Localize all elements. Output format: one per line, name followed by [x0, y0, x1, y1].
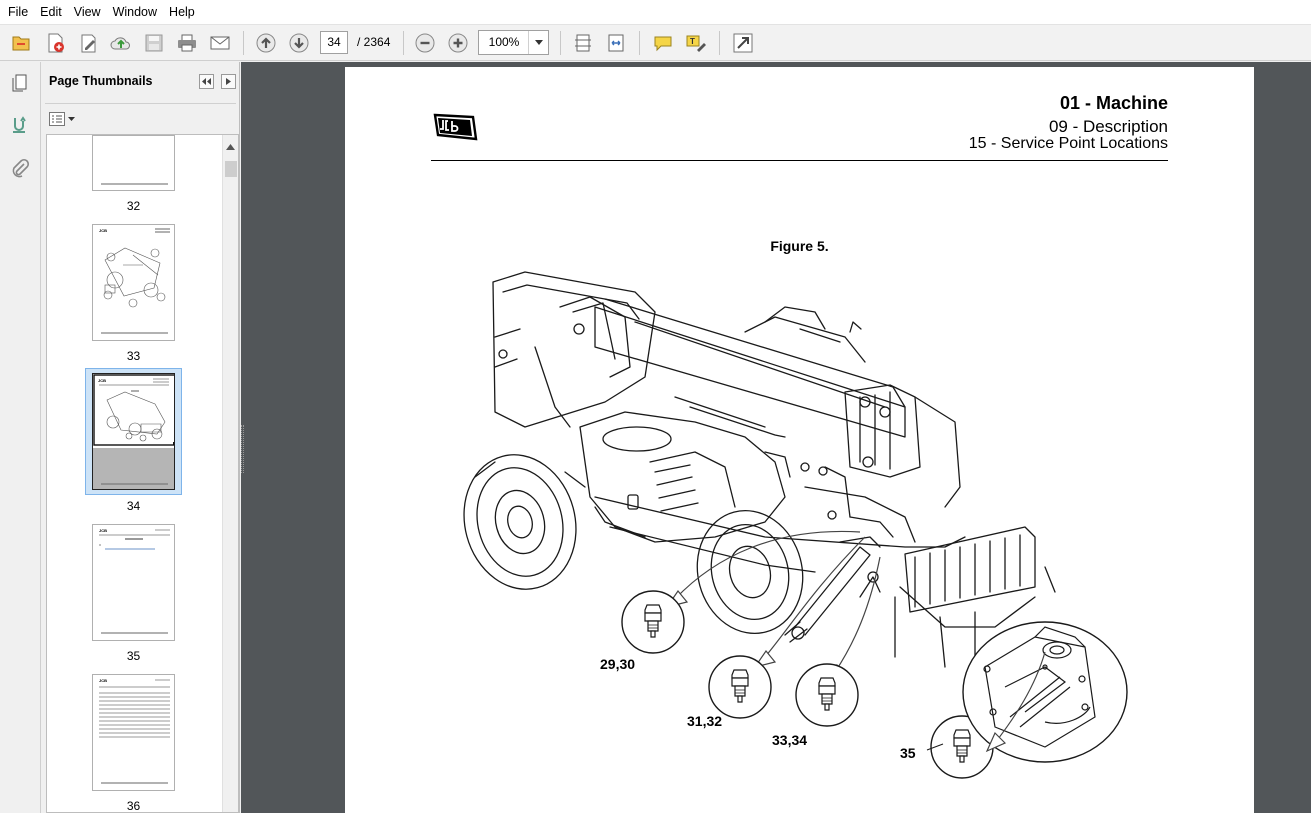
- thumbnails-panel: Page Thumbnails 32 JCB 33 JCB 34 JCB 35 …: [41, 62, 240, 813]
- thumbnail-page-36[interactable]: JCB: [92, 674, 175, 791]
- toolbar-separator: [639, 31, 640, 55]
- thumbnail-page-34[interactable]: JCB: [92, 373, 175, 490]
- thumbnail-label: 33: [126, 349, 141, 363]
- zoom-in-icon[interactable]: [445, 30, 471, 56]
- thumbnail-scrollbar[interactable]: [222, 135, 238, 812]
- thumbnail-page-32[interactable]: [92, 135, 175, 191]
- toolbar-separator: [403, 31, 404, 55]
- bookmark-link-icon[interactable]: [7, 112, 33, 138]
- panel-title: Page Thumbnails: [49, 74, 153, 88]
- page-total: / 2364: [357, 35, 391, 49]
- arrow-up-circle-icon[interactable]: [253, 30, 279, 56]
- thumbnail-label: 36: [126, 799, 141, 813]
- panel-divider: [45, 103, 236, 104]
- telehandler-line-drawing: [463, 271, 1128, 779]
- highlight-text-icon[interactable]: T: [683, 30, 709, 56]
- cloud-upload-icon[interactable]: [108, 30, 134, 56]
- fit-width-icon[interactable]: [603, 30, 629, 56]
- menu-edit[interactable]: Edit: [34, 0, 68, 25]
- toolbar-separator: [719, 31, 720, 55]
- options-list-icon: [49, 112, 65, 126]
- svg-text:JCB: JCB: [99, 528, 107, 533]
- arrow-down-circle-icon[interactable]: [286, 30, 312, 56]
- edit-icon[interactable]: [76, 30, 102, 56]
- menu-help[interactable]: Help: [163, 0, 201, 25]
- callout-label: 35: [900, 745, 916, 761]
- thumbnail-label: 32: [126, 199, 141, 213]
- callout-label: 33,34: [772, 732, 808, 748]
- create-pdf-icon[interactable]: [42, 30, 68, 56]
- printer-icon[interactable]: [174, 30, 200, 56]
- thumbnail-list[interactable]: 32 JCB 33 JCB 34 JCB 35 JCB 36: [46, 134, 239, 813]
- menu-file[interactable]: File: [2, 0, 34, 25]
- svg-text:JCB: JCB: [98, 378, 106, 383]
- scrollbar-thumb[interactable]: [225, 161, 237, 177]
- chevron-down-icon: [68, 117, 75, 121]
- toolbar-separator: [560, 31, 561, 55]
- chevron-right-icon[interactable]: [221, 74, 236, 89]
- save-disk-icon[interactable]: [141, 30, 167, 56]
- menu-window[interactable]: Window: [107, 0, 163, 25]
- toolbar: 34 / 2364 100% T: [0, 25, 1311, 61]
- menu-view[interactable]: View: [68, 0, 107, 25]
- open-folder-icon[interactable]: [8, 30, 34, 56]
- collapse-panel-icon[interactable]: [199, 74, 214, 89]
- navigation-pane-strip: [0, 62, 41, 813]
- envelope-icon[interactable]: [207, 30, 233, 56]
- paperclip-icon[interactable]: [7, 156, 33, 182]
- speech-bubble-icon[interactable]: [650, 30, 676, 56]
- scroll-up-icon[interactable]: [226, 139, 235, 153]
- expand-icon[interactable]: [730, 30, 756, 56]
- chevron-down-icon[interactable]: [528, 31, 548, 54]
- toolbar-separator: [243, 31, 244, 55]
- thumbnail-page-33[interactable]: JCB: [92, 224, 175, 341]
- fit-page-icon[interactable]: [570, 30, 596, 56]
- thumbnail-label: 35: [126, 649, 141, 663]
- svg-text:JCB: JCB: [99, 228, 107, 233]
- callout-label: 29,30: [600, 656, 636, 672]
- svg-text:JCB: JCB: [99, 678, 107, 683]
- callout-label: 31,32: [687, 713, 723, 729]
- menu-bar: File Edit View Window Help: [0, 0, 1311, 25]
- zoom-value: 100%: [488, 35, 520, 49]
- thumbnail-label: 34: [126, 499, 141, 513]
- svg-text:T: T: [690, 37, 695, 46]
- page-thumbnails-icon[interactable]: [7, 70, 33, 96]
- pdf-page: 01 - Machine 09 - Description 15 - Servi…: [345, 67, 1254, 813]
- thumbnail-page-35[interactable]: JCB: [92, 524, 175, 641]
- panel-resize-handle[interactable]: [241, 425, 244, 473]
- document-view[interactable]: 01 - Machine 09 - Description 15 - Servi…: [241, 62, 1311, 813]
- thumbnail-options-button[interactable]: [49, 110, 77, 128]
- zoom-out-icon[interactable]: [412, 30, 438, 56]
- zoom-select[interactable]: 100%: [478, 30, 549, 55]
- page-number-input[interactable]: 34: [320, 31, 348, 54]
